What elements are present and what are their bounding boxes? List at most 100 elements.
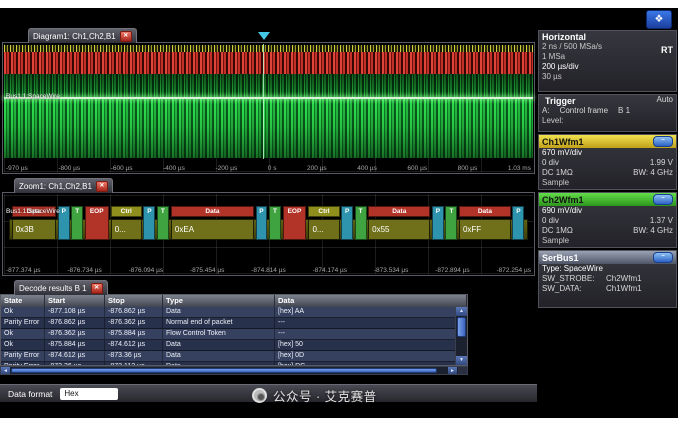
bus-bit-segment-eop[interactable]: EOP: [283, 206, 307, 240]
data-format-select[interactable]: Hex: [60, 388, 118, 400]
column-header-data[interactable]: Data: [275, 295, 467, 307]
ch1-title: Ch1Wfm1: [542, 137, 584, 147]
ch1-value: 1.99 V: [650, 158, 673, 168]
cell-state: Parity Error: [1, 351, 45, 361]
close-icon[interactable]: ✕: [96, 181, 108, 192]
bus-bit-segment-t[interactable]: T: [157, 206, 169, 240]
tab-diagram1[interactable]: Diagram1: Ch1,Ch2,B1 ✕: [28, 28, 137, 43]
table-row[interactable]: Ok-877.108 µs-876.862 µsData[hex] AA: [1, 307, 467, 318]
serbus-title: SerBus1: [542, 253, 579, 263]
axis-tick-label: -400 µs: [163, 165, 185, 172]
bus-data-segment[interactable]: Ctrl0...: [111, 206, 142, 240]
cell-data: [hex] 0D: [275, 351, 467, 361]
serbus-header[interactable]: SerBus1 –: [539, 251, 676, 264]
tab-zoom1[interactable]: Zoom1: Ch1,Ch2,B1 ✕: [14, 178, 113, 193]
ch1-header[interactable]: Ch1Wfm1 –: [539, 135, 676, 148]
cell-data: ---: [275, 318, 467, 328]
minimize-button[interactable]: –: [653, 194, 673, 205]
ch2-panel[interactable]: Ch2Wfm1 – 690 mV/div 0 div 1.37 V DC 1MΩ…: [538, 192, 677, 248]
bus-bit-segment-p[interactable]: P: [512, 206, 524, 240]
axis-tick-label: -872.894 µs: [435, 267, 469, 274]
axis-tick-label: -873.534 µs: [374, 267, 408, 274]
bus-segment-value: 0...: [308, 219, 339, 240]
axis-tick-label: 800 µs: [458, 165, 478, 172]
trigger-type: Control frame: [560, 106, 608, 116]
bus-data-segment[interactable]: Data0x55: [368, 206, 430, 240]
bus-bit-segment-t[interactable]: T: [355, 206, 367, 240]
axis-tick-label: -875.454 µs: [190, 267, 224, 274]
serbus-strobe-label: SW_STROBE:: [542, 274, 600, 284]
cell-type: Data: [163, 351, 275, 361]
bus1-label: Bus1.1:SpaceWire: [6, 93, 60, 100]
watermark: 公众号 · 艾克赛普: [252, 386, 377, 405]
cell-type: Data: [163, 307, 275, 317]
bus-bit-segment-p[interactable]: P: [143, 206, 155, 240]
scroll-down-icon[interactable]: ▼: [456, 356, 467, 365]
tab-diagram1-label: Diagram1: Ch1,Ch2,B1: [33, 32, 116, 41]
trigger-title: Trigger: [542, 95, 579, 106]
close-icon[interactable]: ✕: [91, 283, 103, 294]
bus-segment-value: 0xFF: [459, 219, 511, 240]
bus-bit-segment-eop[interactable]: EOP: [85, 206, 109, 240]
cell-type: Flow Control Token: [163, 329, 275, 339]
ch1-waveform-trace: [4, 45, 533, 52]
bus-bit-segment-t[interactable]: T: [445, 206, 457, 240]
trigger-panel[interactable]: Trigger Auto A: Control frame B 1 Level:: [538, 94, 677, 132]
bus-data-segment[interactable]: Data0xFF: [459, 206, 511, 240]
axis-tick-label: -874.174 µs: [313, 267, 347, 274]
cell-data: [hex] 50: [275, 340, 467, 350]
scroll-up-icon[interactable]: ▲: [456, 307, 467, 316]
decode-results-table: State Start Stop Type Data Ok-877.108 µs…: [0, 294, 468, 366]
cell-type: Data: [163, 340, 275, 350]
serbus-data-label: SW_DATA:: [542, 284, 600, 294]
ch2-header[interactable]: Ch2Wfm1 –: [539, 193, 676, 206]
minimize-button[interactable]: –: [653, 252, 673, 263]
cell-state: Parity Error: [1, 318, 45, 328]
cell-stop: -873.36 µs: [105, 351, 163, 361]
serbus-panel[interactable]: SerBus1 – Type: SpaceWire SW_STROBE: Ch2…: [538, 250, 677, 308]
realtime-badge: RT: [661, 45, 673, 55]
trigger-position-marker-icon[interactable]: [258, 32, 270, 40]
horizontal-panel[interactable]: Horizontal RT 2 ns / 500 MSa/s 1 MSa 200…: [538, 30, 677, 92]
bus-bit-segment-p[interactable]: P: [432, 206, 444, 240]
bus-segment-tag: Data: [368, 206, 430, 217]
column-header-stop[interactable]: Stop: [105, 295, 163, 307]
bus-segment-value: 0x3B: [12, 219, 56, 240]
vertical-scroll-thumb[interactable]: [457, 317, 466, 337]
trigger-level: Level:: [539, 116, 676, 126]
table-row[interactable]: Parity Error-874.612 µs-873.36 µsData[he…: [1, 351, 467, 362]
bus-bit-segment-t[interactable]: T: [269, 206, 281, 240]
axis-tick-label: -876.094 µs: [129, 267, 163, 274]
horizontal-scroll-thumb[interactable]: [11, 368, 437, 373]
serbus-type: Type: SpaceWire: [539, 264, 676, 274]
table-row[interactable]: Ok-875.884 µs-874.612 µsData[hex] 50: [1, 340, 467, 351]
scroll-left-icon[interactable]: ◄: [1, 367, 10, 374]
column-header-type[interactable]: Type: [163, 295, 275, 307]
data-format-label: Data format: [8, 389, 52, 399]
table-row[interactable]: Parity Error-876.862 µs-876.362 µsNormal…: [1, 318, 467, 329]
zoom-bus-strip: Data0x3BPTEOPCtrl0...PTData0xEAPTEOPCtrl…: [9, 206, 528, 242]
bus-bit-segment-t[interactable]: T: [71, 206, 83, 240]
bus-bit-segment-p[interactable]: P: [341, 206, 353, 240]
diagram1-axis: -970 µs-800 µs-600 µs-400 µs-200 µs0 s20…: [6, 165, 531, 172]
axis-tick-label: 400 µs: [357, 165, 377, 172]
vertical-scrollbar[interactable]: ▲ ▼: [455, 307, 467, 365]
scroll-right-icon[interactable]: ►: [448, 367, 457, 374]
minimize-button[interactable]: –: [653, 136, 673, 147]
zoom1-decoded-bus-area[interactable]: Bus1.1:SpaceWire Data0x3BPTEOPCtrl0...PT…: [2, 192, 535, 276]
bus-bit-segment-p[interactable]: P: [256, 206, 268, 240]
horizontal-scrollbar[interactable]: ◄ ►: [0, 366, 468, 375]
axis-tick-label: -800 µs: [58, 165, 80, 172]
serbus-strobe-value: Ch2Wfm1: [606, 274, 642, 284]
close-icon[interactable]: ✕: [120, 31, 132, 42]
bus-data-segment[interactable]: Ctrl0...: [308, 206, 339, 240]
diagram1-waveform-area[interactable]: Bus1.1:SpaceWire -970 µs-800 µs-600 µs-4…: [2, 42, 535, 174]
ch1-panel[interactable]: Ch1Wfm1 – 670 mV/div 0 div 1.99 V DC 1MΩ…: [538, 134, 677, 190]
cell-state: Ok: [1, 340, 45, 350]
table-row[interactable]: Ok-876.362 µs-875.884 µsFlow Control Tok…: [1, 329, 467, 340]
tab-decode-results[interactable]: Decode results B 1 ✕: [14, 280, 108, 295]
column-header-start[interactable]: Start: [45, 295, 105, 307]
zoom1-axis: -877.374 µs-876.734 µs-876.094 µs-875.45…: [6, 267, 531, 274]
bus-data-segment[interactable]: Data0xEA: [171, 206, 254, 240]
column-header-state[interactable]: State: [1, 295, 45, 307]
